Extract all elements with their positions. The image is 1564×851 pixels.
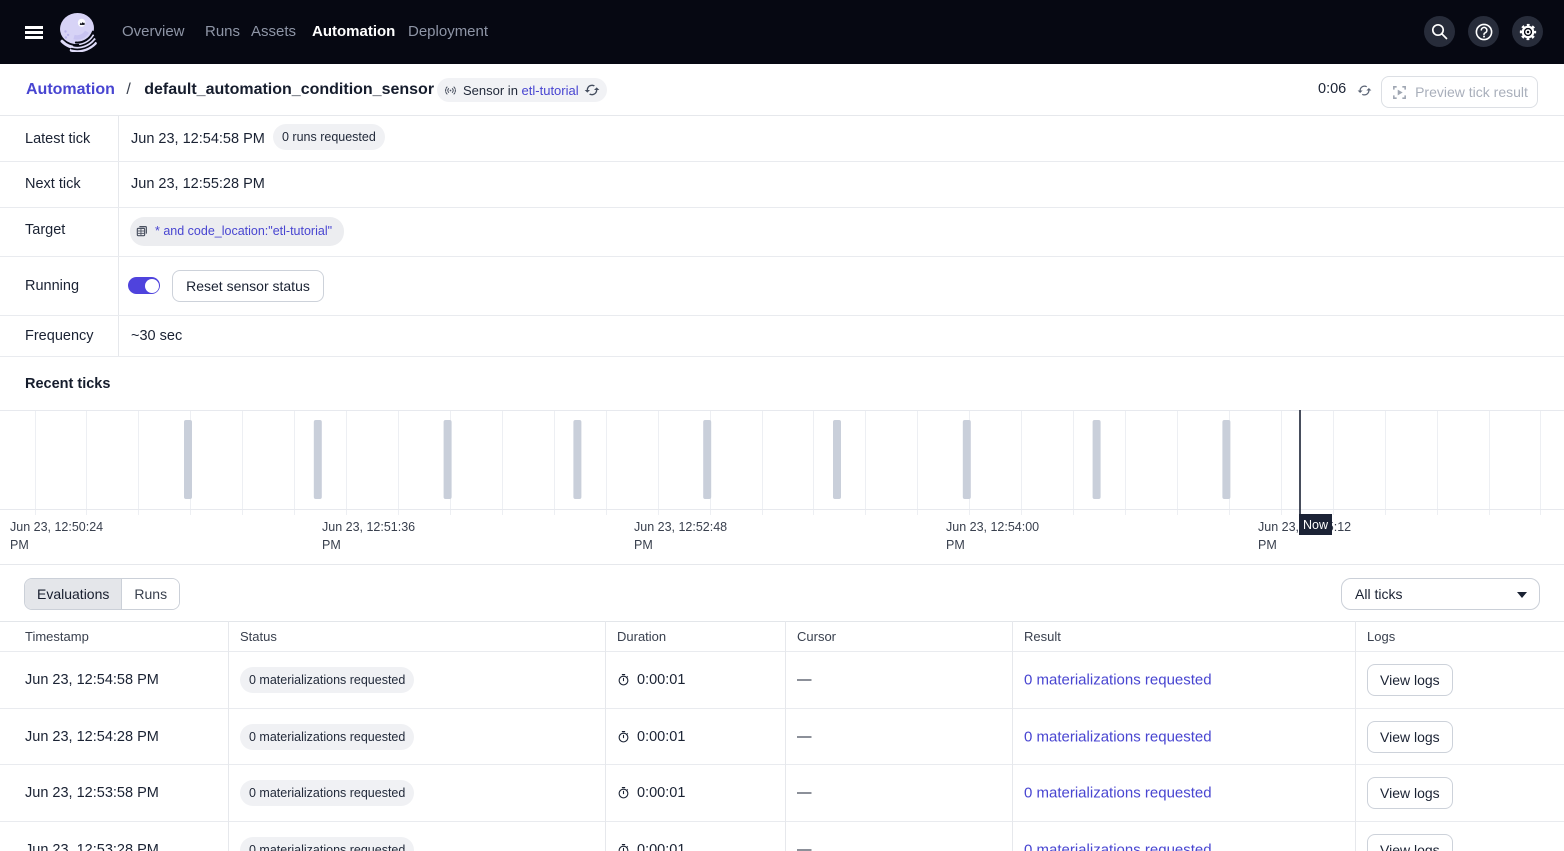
svg-text:Now: Now	[1303, 518, 1329, 532]
